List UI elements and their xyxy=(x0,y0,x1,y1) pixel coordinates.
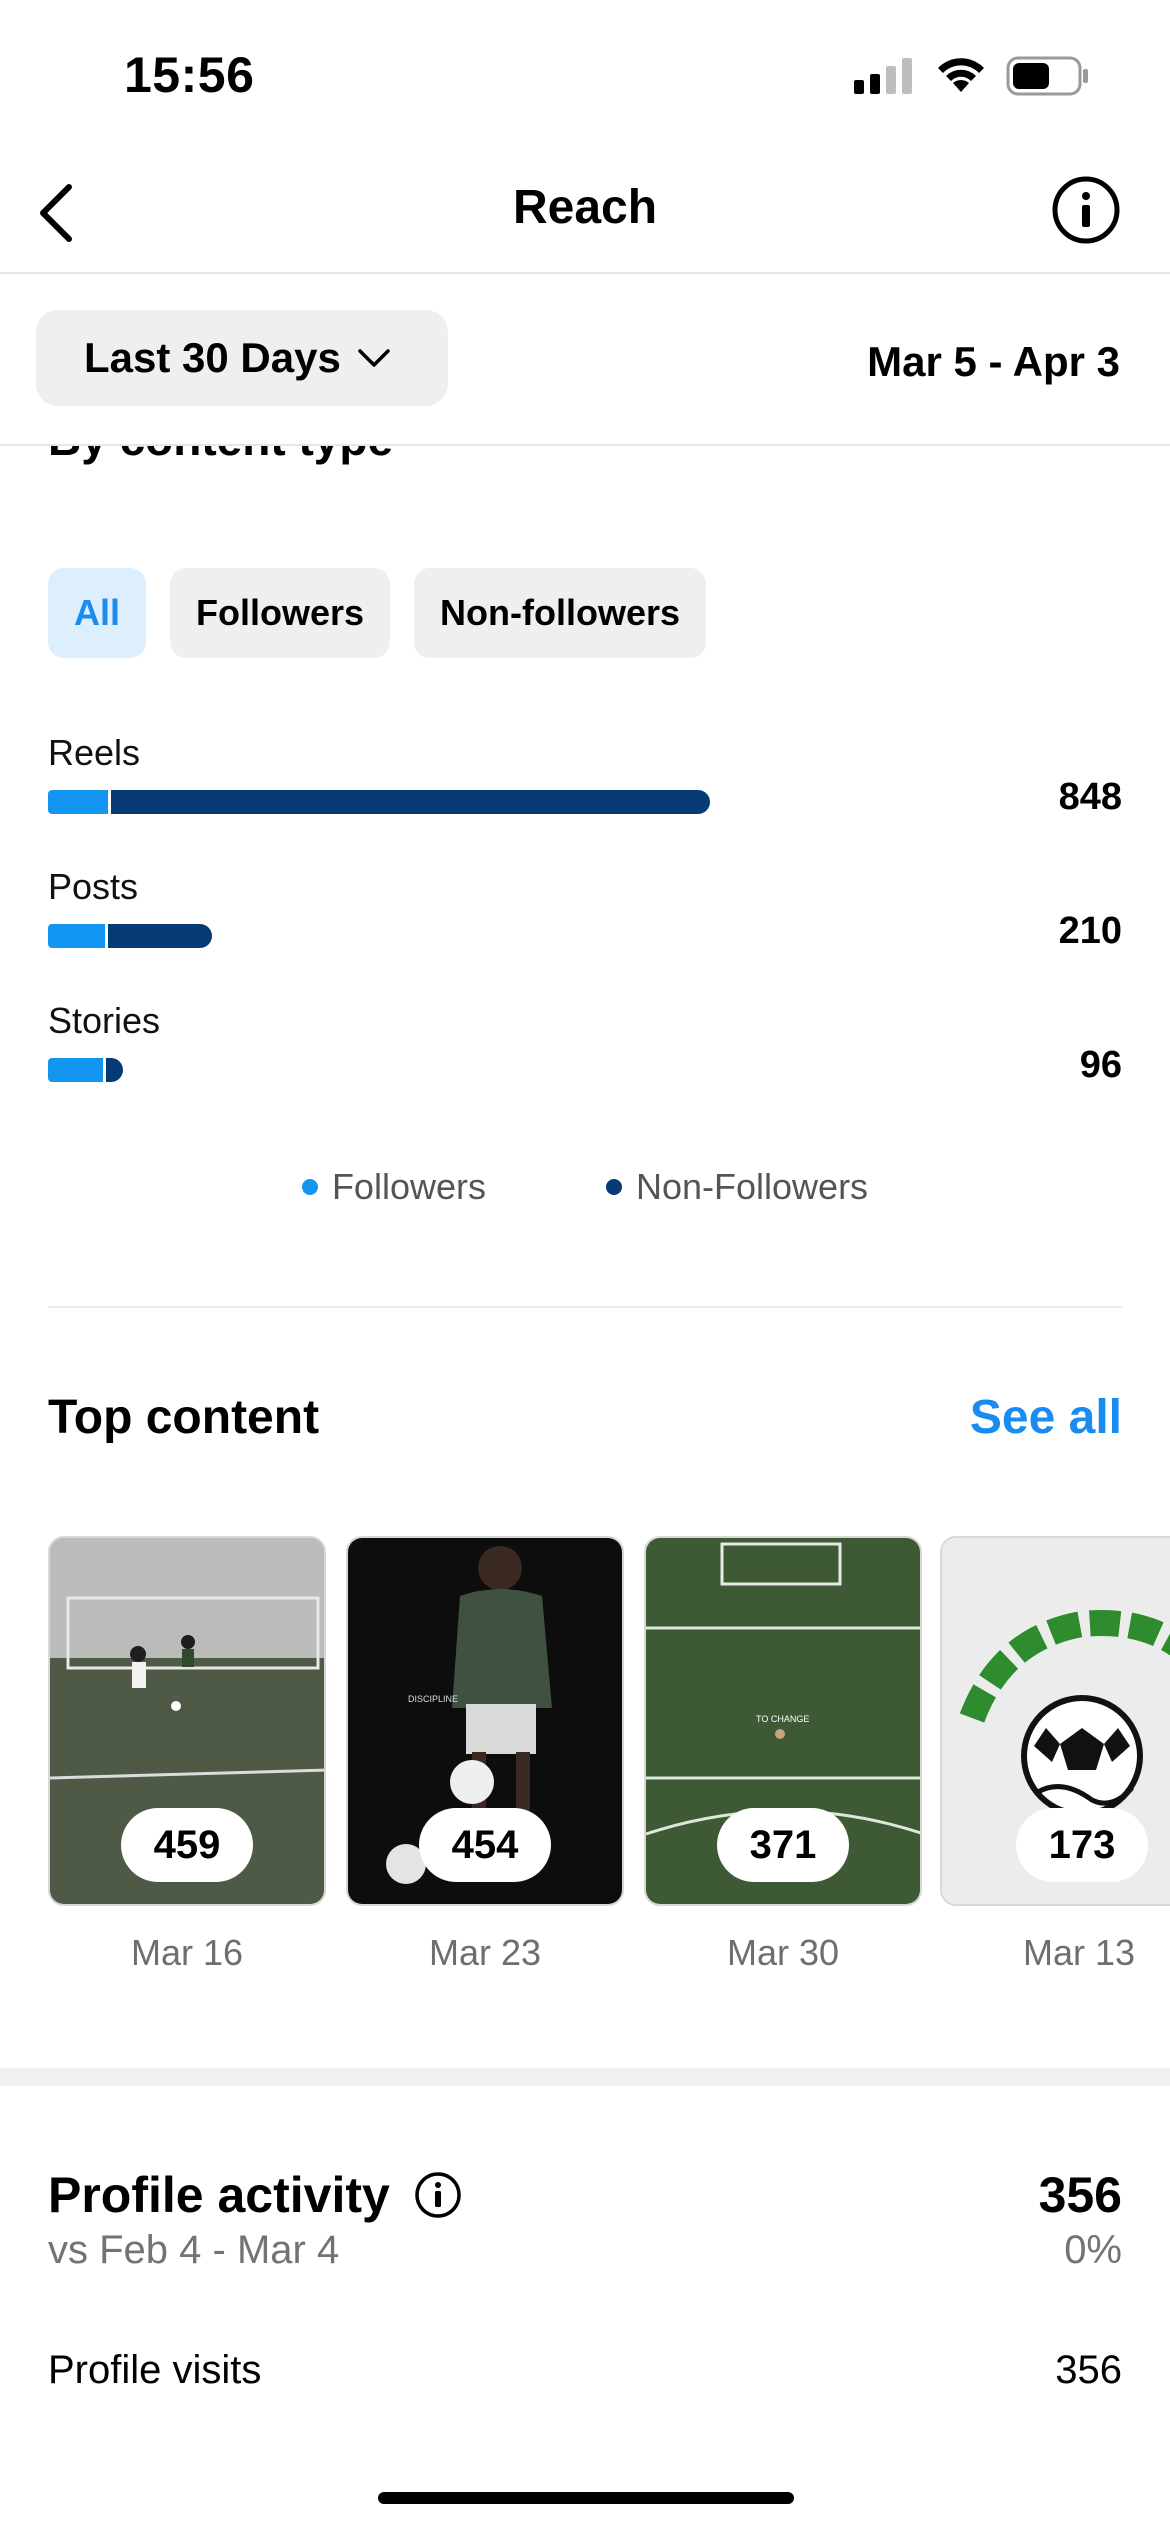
legend-dot-icon xyxy=(605,1179,622,1195)
legend-item-followers: Followers xyxy=(301,1166,486,1208)
reach-badge: 459 xyxy=(121,1808,253,1882)
legend-label: Followers xyxy=(331,1166,486,1207)
home-indicator xyxy=(378,2492,794,2504)
thumbnail-date: Mar 16 xyxy=(130,1932,244,1973)
bar-row-reels: Reels 848 xyxy=(48,732,1122,818)
bar-value: 848 xyxy=(1058,776,1122,818)
bar-segment-non-followers xyxy=(105,1058,123,1082)
nav-bar: Reach xyxy=(0,150,1170,274)
bar-track xyxy=(48,924,212,948)
bar-value: 210 xyxy=(1058,910,1122,952)
bar-segment-non-followers xyxy=(108,924,212,948)
tab-followers[interactable]: Followers xyxy=(170,568,391,658)
date-range-label: Last 30 Days xyxy=(84,334,341,381)
thumbnail-date: Mar 30 xyxy=(726,1932,840,1973)
profile-activity-title: Profile activity xyxy=(48,2167,390,2223)
reach-badge: 173 xyxy=(1016,1808,1148,1882)
reach-badge: 371 xyxy=(717,1808,849,1882)
top-content-thumbnail-3[interactable]: TO CHANGE 371 xyxy=(644,1536,922,1906)
overlay-text: DISCIPLINE xyxy=(408,1694,458,1704)
bar-segment-followers xyxy=(48,924,106,948)
page-title: Reach xyxy=(512,181,658,234)
bar-segment-followers xyxy=(48,1058,103,1082)
legend-label: Non-Followers xyxy=(635,1166,869,1207)
top-content-thumbnail-1[interactable]: 459 xyxy=(48,1536,326,1906)
tab-non-followers[interactable]: Non-followers xyxy=(414,568,707,658)
bar-row-stories: Stories 96 xyxy=(48,1000,1122,1086)
date-range-dropdown[interactable]: Last 30 Days xyxy=(36,310,448,406)
profile-activity-header: Profile activity xyxy=(48,2166,462,2224)
bar-label: Posts xyxy=(48,866,139,907)
cellular-signal-icon xyxy=(854,58,916,101)
tab-all[interactable]: All xyxy=(48,568,147,658)
thumbnail-date: Mar 23 xyxy=(428,1932,542,1973)
bar-row-posts: Posts 210 xyxy=(48,866,1122,952)
chart-legend: Followers Non-Followers xyxy=(0,1166,1170,1208)
chevron-down-icon xyxy=(357,347,391,369)
bar-track xyxy=(48,790,710,814)
top-content-thumbnail-4[interactable]: 173 xyxy=(940,1536,1170,1906)
wifi-icon xyxy=(934,54,988,99)
bar-segment-non-followers xyxy=(110,790,710,814)
profile-activity-change: 0% xyxy=(1064,2228,1122,2272)
battery-icon xyxy=(1006,56,1090,101)
thumbnail-date: Mar 13 xyxy=(1022,1932,1136,1973)
top-content-thumbnail-2[interactable]: DISCIPLINE 454 xyxy=(346,1536,624,1906)
section-divider xyxy=(0,2068,1170,2086)
bar-value: 96 xyxy=(1079,1044,1122,1086)
top-content-title: Top content xyxy=(48,1391,320,1444)
info-button[interactable] xyxy=(1048,172,1124,248)
status-time: 15:56 xyxy=(124,47,255,103)
bar-label: Stories xyxy=(48,1000,161,1041)
info-icon[interactable] xyxy=(414,2171,462,2219)
bar-track xyxy=(48,1058,123,1082)
comparison-period: vs Feb 4 - Mar 4 xyxy=(48,2228,340,2272)
date-range-text: Mar 5 - Apr 3 xyxy=(867,338,1120,385)
info-icon xyxy=(1052,176,1120,244)
legend-dot-icon xyxy=(301,1179,318,1195)
profile-activity-total: 356 xyxy=(1038,2167,1122,2223)
legend-item-non-followers: Non-Followers xyxy=(605,1166,869,1208)
bar-segment-followers xyxy=(48,790,108,814)
divider xyxy=(48,1306,1122,1308)
see-all-link[interactable]: See all xyxy=(970,1390,1122,1445)
bar-label: Reels xyxy=(48,732,141,773)
audience-tabs: All Followers Non-followers xyxy=(48,568,707,658)
status-bar: 15:56 xyxy=(0,0,1170,150)
profile-visits-value: 356 xyxy=(1055,2348,1122,2392)
filter-row: Last 30 Days Mar 5 - Apr 3 xyxy=(0,274,1170,446)
reach-badge: 454 xyxy=(419,1808,551,1882)
overlay-text: TO CHANGE xyxy=(756,1714,809,1724)
profile-visits-label: Profile visits xyxy=(48,2348,262,2392)
